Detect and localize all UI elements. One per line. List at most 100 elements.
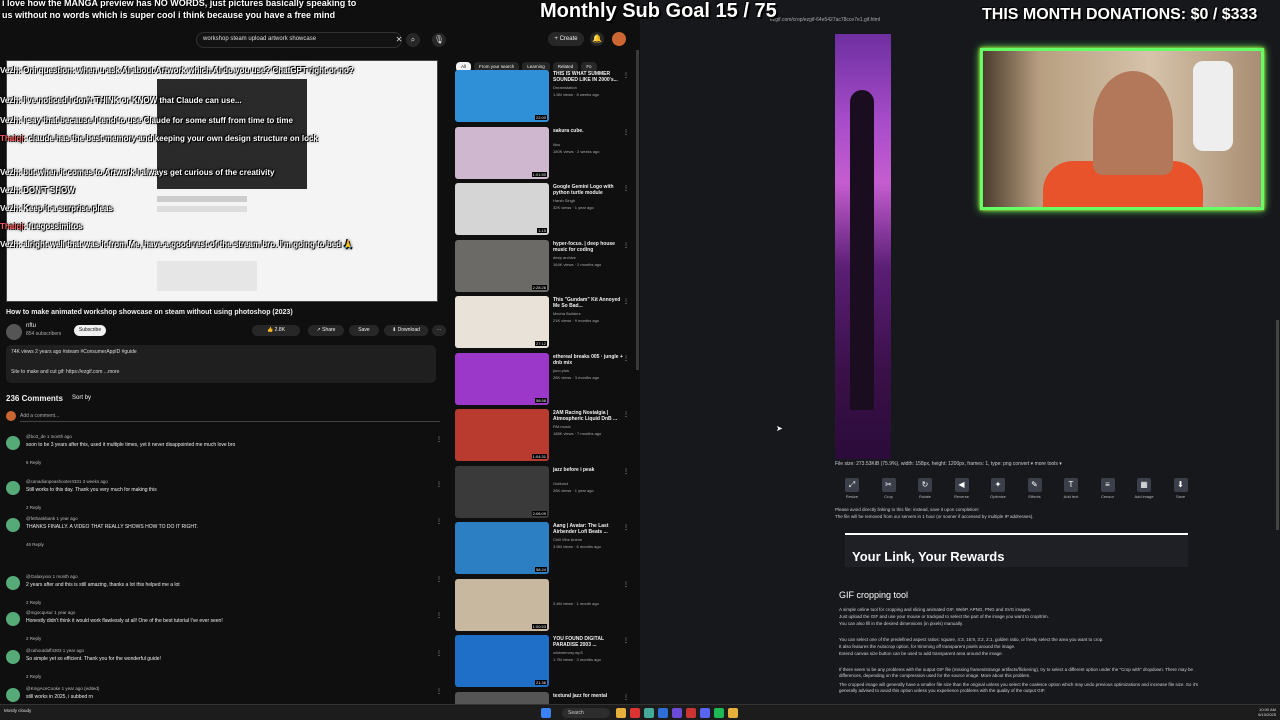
- comment-actions[interactable]: 2 Reply: [26, 600, 41, 605]
- app-icon[interactable]: [686, 708, 696, 718]
- share-button[interactable]: ↗ Share: [308, 325, 344, 336]
- commenter-avatar[interactable]: [6, 518, 20, 532]
- related-menu-icon[interactable]: ⋮: [623, 242, 629, 249]
- comment-author[interactable]: @bo3_de 1 month ago: [26, 434, 72, 439]
- channel-avatar[interactable]: [6, 324, 22, 340]
- related-channel[interactable]: Chill Vibe Anime: [553, 537, 627, 542]
- related-menu-icon[interactable]: ⋮: [623, 468, 629, 475]
- related-menu-icon[interactable]: ⋮: [623, 411, 629, 418]
- taskbar-search[interactable]: Search: [562, 708, 610, 718]
- video-thumbnail[interactable]: 1:01:50: [455, 126, 549, 179]
- notification-icon[interactable]: 🔔: [590, 32, 604, 46]
- comment-menu-icon[interactable]: ⋮: [436, 650, 442, 657]
- comment-menu-icon[interactable]: ⋮: [436, 576, 442, 583]
- ad-banner[interactable]: Your Link, Your Rewards: [845, 533, 1188, 567]
- related-channel[interactable]: Harsh Singh: [553, 198, 627, 203]
- save-button[interactable]: Save: [349, 325, 379, 336]
- app-icon[interactable]: [630, 708, 640, 718]
- related-title[interactable]: ethereal breaks 005 · jungle + dnb mix: [553, 354, 627, 366]
- tool-save[interactable]: ⬇ Save: [1169, 478, 1193, 504]
- related-video[interactable]: 1:01:50 sakura cube. lilou 180K views · 2 w…: [455, 126, 635, 181]
- related-menu-icon[interactable]: ⋮: [623, 637, 629, 644]
- video-thumbnail[interactable]: 1:04:31: [455, 409, 549, 461]
- app-icon[interactable]: [672, 708, 682, 718]
- search-icon[interactable]: ⌕: [406, 33, 420, 47]
- video-description[interactable]: 74K views 2 years ago #steam #ConsumerAp…: [6, 345, 436, 383]
- download-button[interactable]: ⬇ Download: [384, 325, 428, 336]
- related-menu-icon[interactable]: ⋮: [623, 129, 629, 136]
- commenter-avatar[interactable]: [6, 650, 20, 664]
- related-video[interactable]: 58:56 ethereal breaks 005 · jungle + dnb …: [455, 352, 635, 407]
- related-menu-icon[interactable]: ⋮: [623, 524, 629, 531]
- related-video[interactable]: 2:28:26 hyper-focus. | deep house music f…: [455, 239, 635, 294]
- comment-author[interactable]: @mgocqusur 1 year ago: [26, 610, 75, 615]
- comment-author[interactable]: @Galaxyxxx 1 month ago: [26, 574, 78, 579]
- video-thumbnail[interactable]: 58:56: [455, 352, 549, 405]
- related-channel[interactable]: Mecha Builders: [553, 311, 627, 316]
- mic-icon[interactable]: 🎙: [432, 33, 446, 47]
- browser-url[interactable]: ezgif.com/crop/ezgif-64e5427ac78cce7e1.g…: [770, 17, 880, 23]
- commenter-avatar[interactable]: [6, 436, 20, 450]
- related-video[interactable]: 1:04:31 2AM Racing Nostalgia | Atmospheri…: [455, 409, 635, 463]
- tool-rotate[interactable]: ↻ Rotate: [913, 478, 937, 504]
- folder-icon[interactable]: [728, 708, 738, 718]
- browser-icon[interactable]: [658, 708, 668, 718]
- commenter-avatar[interactable]: [6, 576, 20, 590]
- related-title[interactable]: jazz before i peak: [553, 467, 627, 473]
- video-thumbnail[interactable]: 58:24: [455, 522, 549, 574]
- subscribe-button[interactable]: Subscribe: [74, 325, 106, 336]
- weather-widget[interactable]: Mostly cloudy: [4, 708, 31, 713]
- comment-menu-icon[interactable]: ⋮: [436, 436, 442, 443]
- comment-actions[interactable]: 2 Reply: [26, 636, 41, 641]
- more-actions-button[interactable]: ⋯: [432, 325, 446, 336]
- related-video[interactable]: 21:36 YOU FOUND DIGITAL PARADISE 2003 ...…: [455, 635, 635, 689]
- comment-author[interactable]: @fethankbank 1 year ago: [26, 516, 78, 521]
- tool-resize[interactable]: ⤢ Resize: [840, 478, 864, 504]
- related-channel[interactable]: Dreamstation: [553, 85, 627, 90]
- comment-author[interactable]: @KingAceCooke 1 year ago (edited): [26, 686, 99, 691]
- discord-icon[interactable]: [700, 708, 710, 718]
- comment-menu-icon[interactable]: ⋮: [436, 518, 442, 525]
- app-icon[interactable]: [644, 708, 654, 718]
- search-input[interactable]: workshop steam upload artwork showcase: [196, 32, 402, 48]
- related-channel[interactable]: oddmemory.mp3: [553, 650, 627, 655]
- commenter-avatar[interactable]: [6, 481, 20, 495]
- like-button[interactable]: 👍 2.8K: [252, 325, 300, 336]
- related-title[interactable]: hyper-focus. | deep house music for codi…: [553, 241, 627, 253]
- related-video[interactable]: 2:08:09 jazz before i peak Outfunct 28K vie…: [455, 465, 635, 520]
- related-menu-icon[interactable]: ⋮: [623, 185, 629, 192]
- related-menu-icon[interactable]: ⋮: [623, 298, 629, 305]
- tool-crop[interactable]: ✂ Crop: [877, 478, 901, 504]
- related-video[interactable]: 27:12 This "Gundam" Kit Annoyed Me So Bad…: [455, 296, 635, 350]
- video-thumbnail[interactable]: 27:12: [455, 296, 549, 348]
- comment-actions[interactable]: 6 Reply: [26, 460, 41, 465]
- add-comment-input[interactable]: Add a comment...: [20, 413, 440, 422]
- related-menu-icon[interactable]: ⋮: [623, 355, 629, 362]
- clear-search-icon[interactable]: ✕: [392, 33, 406, 47]
- comment-actions[interactable]: 46 Reply: [26, 542, 44, 547]
- related-video[interactable]: 1:15 Google Gemini Logo with python turtl…: [455, 183, 635, 237]
- video-thumbnail[interactable]: 2:28:26: [455, 239, 549, 292]
- cropped-image-preview[interactable]: [835, 34, 891, 459]
- related-menu-icon[interactable]: ⋮: [623, 581, 629, 588]
- video-thumbnail[interactable]: 2:08:09: [455, 465, 549, 518]
- related-channel[interactable]: deep archive: [553, 255, 627, 260]
- tool-optimize[interactable]: ✦ Optimize: [986, 478, 1010, 504]
- start-icon[interactable]: [541, 708, 551, 718]
- scrollbar[interactable]: [1276, 320, 1279, 530]
- tool-add-text[interactable]: T Add text: [1059, 478, 1083, 504]
- clock[interactable]: 10:00 AM 6/10/2025: [1250, 707, 1276, 717]
- tool-effects[interactable]: ✎ Effects: [1023, 478, 1047, 504]
- comment-actions[interactable]: 2 Reply: [26, 674, 41, 679]
- video-thumbnail[interactable]: [455, 691, 549, 704]
- video-thumbnail[interactable]: 22:00: [455, 70, 549, 122]
- related-title[interactable]: This "Gundam" Kit Annoyed Me So Bad...: [553, 297, 627, 309]
- video-thumbnail[interactable]: 1:15: [455, 183, 549, 235]
- related-channel[interactable]: juno plus: [553, 368, 627, 373]
- related-title[interactable]: textural jazz for mental: [553, 693, 627, 699]
- video-thumbnail[interactable]: 1:00:53: [455, 578, 549, 631]
- avatar[interactable]: [612, 32, 626, 46]
- channel-name[interactable]: nftu: [26, 323, 36, 329]
- related-video[interactable]: 22:00 THIS IS WHAT SUMMER SOUNDED LIKE IN…: [455, 70, 635, 124]
- related-video[interactable]: 1:00:53 3.4M views · 1 month ago ⋮: [455, 578, 635, 633]
